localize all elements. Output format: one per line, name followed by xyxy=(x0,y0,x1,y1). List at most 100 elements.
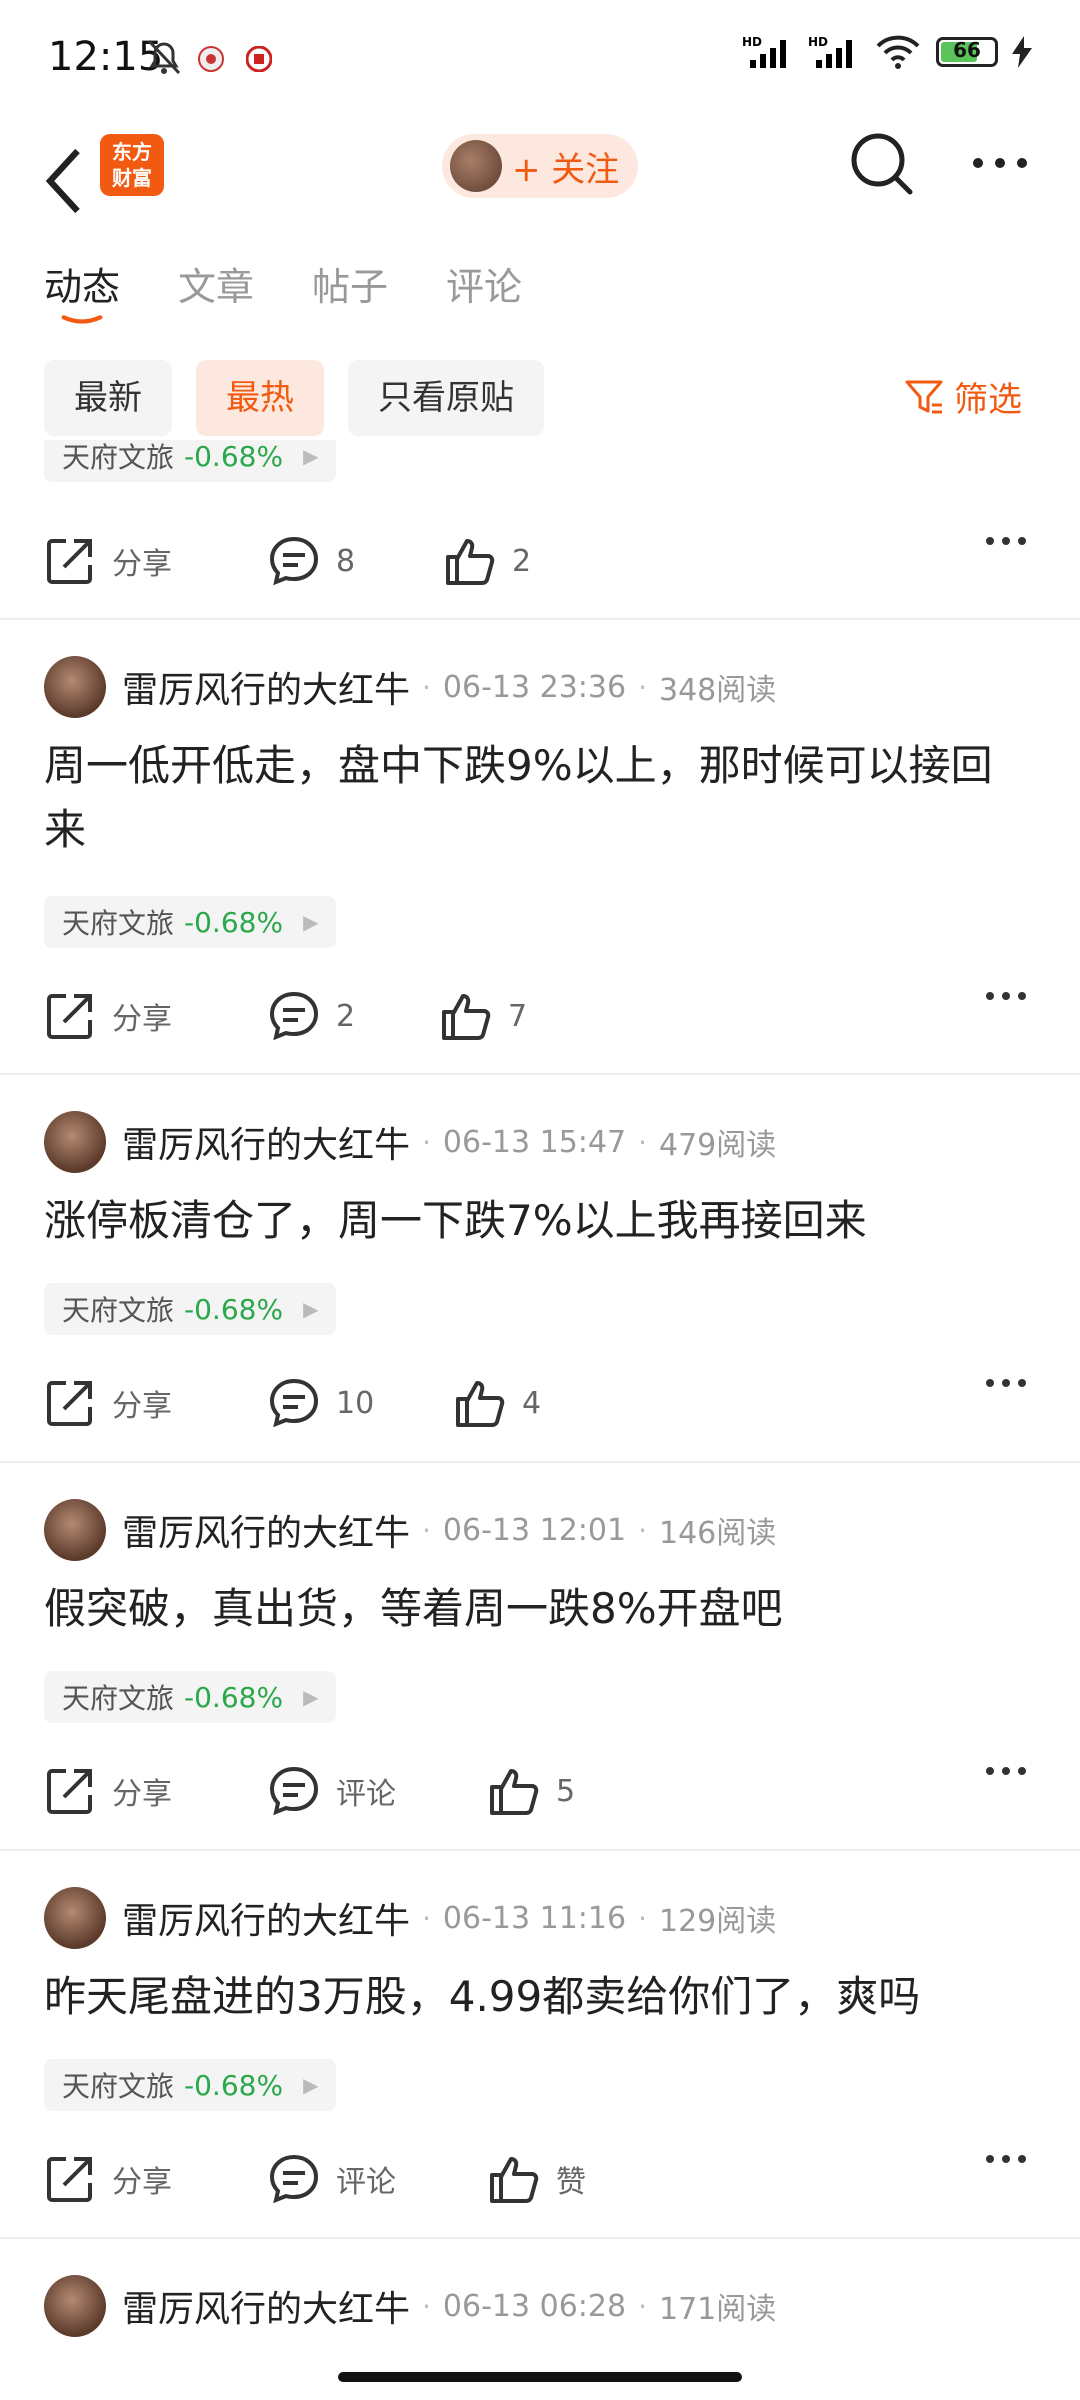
filter-button[interactable]: 筛选 xyxy=(904,372,1022,421)
tab-posts[interactable]: 帖子 xyxy=(312,256,388,311)
post-content[interactable]: 昨天尾盘进的3万股，4.99都卖给你们了，爽吗 xyxy=(44,1965,1034,2029)
arrow-right-icon: ▶ xyxy=(303,1685,319,1709)
search-icon[interactable] xyxy=(848,130,918,200)
post-meta: 雷厉风行的大红牛 · 06-13 12:01 · 146阅读 xyxy=(44,1499,776,1561)
avatar[interactable] xyxy=(44,656,106,718)
post-card[interactable]: 雷厉风行的大红牛 · 06-13 12:01 · 146阅读 假突破，真出货，等… xyxy=(0,1463,1080,1851)
read-count: 171阅读 xyxy=(659,2292,777,2327)
like-button[interactable]: 4 xyxy=(454,1377,541,1429)
app-icon-1 xyxy=(198,46,224,72)
share-icon xyxy=(47,1381,92,1426)
post-more-button[interactable] xyxy=(984,990,1044,1002)
filter-icon xyxy=(905,380,943,413)
like-button[interactable]: 2 xyxy=(444,535,531,587)
post-more-button[interactable] xyxy=(984,1765,1044,1777)
post-content[interactable]: 周一低开低走，盘中下跌9%以上，那时候可以接回来 xyxy=(44,734,1034,862)
post-more-button[interactable] xyxy=(984,1377,1044,1389)
post-feed[interactable]: 天府文旅 -0.68% ▶ 分享 8 2 雷厉风行的大红牛 · 06-13 23… xyxy=(0,440,1080,2400)
share-button[interactable]: 分享 xyxy=(44,2153,172,2205)
stock-tag[interactable]: 天府文旅 -0.68% ▶ xyxy=(44,2059,337,2111)
comment-icon xyxy=(269,1766,319,1816)
app-logo[interactable]: 东方 财富 xyxy=(100,134,164,196)
author-name[interactable]: 雷厉风行的大红牛 xyxy=(122,661,410,713)
read-count: 479阅读 xyxy=(659,1128,777,1163)
comment-button[interactable]: 评论 xyxy=(268,1765,396,1817)
share-label: 分享 xyxy=(112,1389,172,1424)
author-name[interactable]: 雷厉风行的大红牛 xyxy=(122,2280,410,2332)
post-more-button[interactable] xyxy=(984,535,1044,547)
share-icon xyxy=(47,539,92,584)
avatar[interactable] xyxy=(44,1111,106,1173)
separator: · xyxy=(638,1513,647,1547)
more-options-icon[interactable] xyxy=(970,148,1030,178)
follow-label: + 关注 xyxy=(512,149,620,190)
more-icon xyxy=(986,1379,1026,1387)
logo-line1: 东方 xyxy=(112,140,152,164)
comment-button[interactable]: 评论 xyxy=(268,2153,396,2205)
tab-articles[interactable]: 文章 xyxy=(178,256,254,311)
comment-icon xyxy=(269,536,319,586)
share-button[interactable]: 分享 xyxy=(44,535,172,587)
comment-button[interactable]: 10 xyxy=(268,1377,374,1429)
stock-change: -0.68% xyxy=(184,440,284,473)
svg-text:HD: HD xyxy=(808,35,828,49)
stock-tag[interactable]: 天府文旅 -0.68% ▶ xyxy=(44,1671,337,1723)
read-count: 129阅读 xyxy=(659,1904,777,1939)
stock-name: 天府文旅 xyxy=(62,907,175,940)
post-more-button[interactable] xyxy=(984,2153,1044,2165)
author-name[interactable]: 雷厉风行的大红牛 xyxy=(122,1116,410,1168)
separator: · xyxy=(422,2289,431,2323)
post-time: 06-13 06:28 xyxy=(442,2288,627,2324)
like-count: 4 xyxy=(522,1385,542,1421)
arrow-right-icon: ▶ xyxy=(303,2073,319,2097)
thumbs-up-icon xyxy=(490,1769,539,1815)
author-name[interactable]: 雷厉风行的大红牛 xyxy=(122,1892,410,1944)
stock-change: -0.68% xyxy=(184,1292,284,1326)
back-arrow-icon[interactable] xyxy=(40,136,90,226)
tab-comments[interactable]: 评论 xyxy=(446,256,522,311)
tab-label: 文章 xyxy=(178,265,255,309)
tab-dynamic[interactable]: 动态 xyxy=(44,256,120,324)
comment-button[interactable]: 8 xyxy=(268,535,355,587)
charging-icon xyxy=(1012,36,1032,68)
avatar[interactable] xyxy=(44,2275,106,2337)
stock-tag[interactable]: 天府文旅 -0.68% ▶ xyxy=(44,1283,337,1335)
chip-hottest[interactable]: 最热 xyxy=(196,360,324,436)
post-meta: 雷厉风行的大红牛 · 06-13 06:28 · 171阅读 xyxy=(44,2275,776,2337)
chip-original-only[interactable]: 只看原贴 xyxy=(348,360,544,436)
share-icon xyxy=(47,2157,92,2202)
like-button[interactable]: 7 xyxy=(440,990,527,1042)
more-icon xyxy=(986,537,1026,545)
stock-tag[interactable]: 天府文旅 -0.68% ▶ xyxy=(44,896,337,948)
chip-latest[interactable]: 最新 xyxy=(44,360,172,436)
arrow-right-icon: ▶ xyxy=(303,910,319,934)
post-card[interactable]: 雷厉风行的大红牛 · 06-13 23:36 · 348阅读 周一低开低走，盘中… xyxy=(0,620,1080,1075)
author-name[interactable]: 雷厉风行的大红牛 xyxy=(122,1504,410,1556)
share-button[interactable]: 分享 xyxy=(44,1377,172,1429)
post-content[interactable]: 涨停板清仓了，周一下跌7%以上我再接回来 xyxy=(44,1189,1034,1253)
post-actions: 分享 10 4 xyxy=(44,1377,1034,1437)
post-time: 06-13 11:16 xyxy=(442,1900,627,1936)
more-icon xyxy=(986,2155,1026,2163)
gesture-nav-handle[interactable] xyxy=(338,2372,742,2382)
comment-button[interactable]: 2 xyxy=(268,990,355,1042)
post-card[interactable]: 天府文旅 -0.68% ▶ 分享 8 2 xyxy=(0,440,1080,620)
share-label: 分享 xyxy=(112,1777,172,1812)
share-label: 分享 xyxy=(112,2165,172,2200)
share-button[interactable]: 分享 xyxy=(44,1765,172,1817)
post-actions: 分享 2 7 xyxy=(44,990,1034,1050)
share-button[interactable]: 分享 xyxy=(44,990,172,1042)
like-button[interactable]: 5 xyxy=(488,1765,575,1817)
read-count: 146阅读 xyxy=(659,1516,777,1551)
post-card[interactable]: 雷厉风行的大红牛 · 06-13 15:47 · 479阅读 涨停板清仓了，周一… xyxy=(0,1075,1080,1463)
avatar[interactable] xyxy=(44,1887,106,1949)
stock-tag[interactable]: 天府文旅 -0.68% ▶ xyxy=(44,440,337,482)
tab-bar: 动态 文章 帖子 评论 xyxy=(44,256,580,324)
post-content[interactable]: 假突破，真出货，等着周一跌8%开盘吧 xyxy=(44,1577,1034,1641)
post-card[interactable]: 雷厉风行的大红牛 · 06-13 11:16 · 129阅读 昨天尾盘进的3万股… xyxy=(0,1851,1080,2239)
share-label: 分享 xyxy=(112,1002,172,1037)
like-button[interactable]: 赞 xyxy=(488,2153,586,2205)
follow-button[interactable]: + 关注 xyxy=(442,134,638,198)
avatar[interactable] xyxy=(44,1499,106,1561)
hd-signal-icon: HD xyxy=(808,35,852,68)
